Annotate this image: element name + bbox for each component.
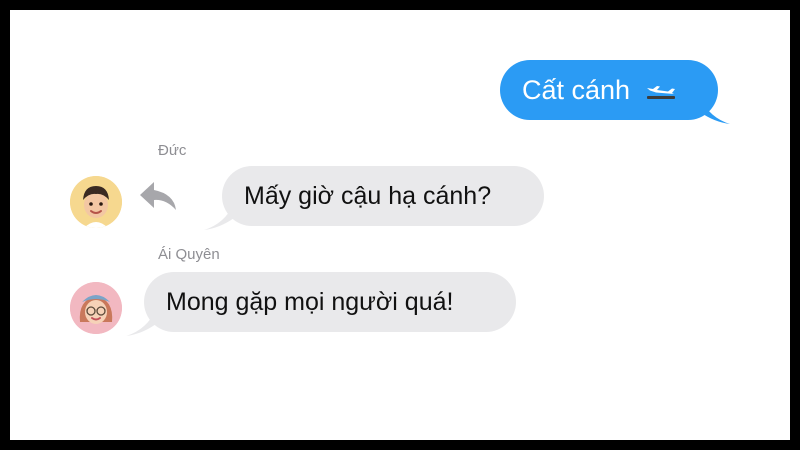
- outgoing-bubble-tail: [700, 98, 730, 124]
- sender-name: Ái Quyên: [158, 246, 220, 263]
- incoming-message-bubble[interactable]: Mấy giờ cậu hạ cánh?: [222, 166, 544, 226]
- reply-arrow-icon[interactable]: [138, 178, 180, 214]
- message-text: Cất cánh: [522, 74, 631, 105]
- memoji-boy-avatar[interactable]: [70, 176, 122, 228]
- incoming-bubble-tail: [126, 310, 156, 336]
- chat-window: Cất cánh Đức Mấy giờ cậu hạ cánh? Ái Quy…: [10, 10, 790, 440]
- incoming-bubble-tail: [204, 204, 234, 230]
- sender-name: Đức: [158, 142, 187, 159]
- airplane-departure-icon: [644, 78, 678, 102]
- message-text: Mong gặp mọi người quá!: [166, 287, 454, 316]
- outgoing-message-bubble[interactable]: Cất cánh: [500, 60, 718, 120]
- memoji-girl-avatar[interactable]: [70, 282, 122, 334]
- message-text: Mấy giờ cậu hạ cánh?: [244, 181, 492, 210]
- incoming-message-bubble[interactable]: Mong gặp mọi người quá!: [144, 272, 516, 332]
